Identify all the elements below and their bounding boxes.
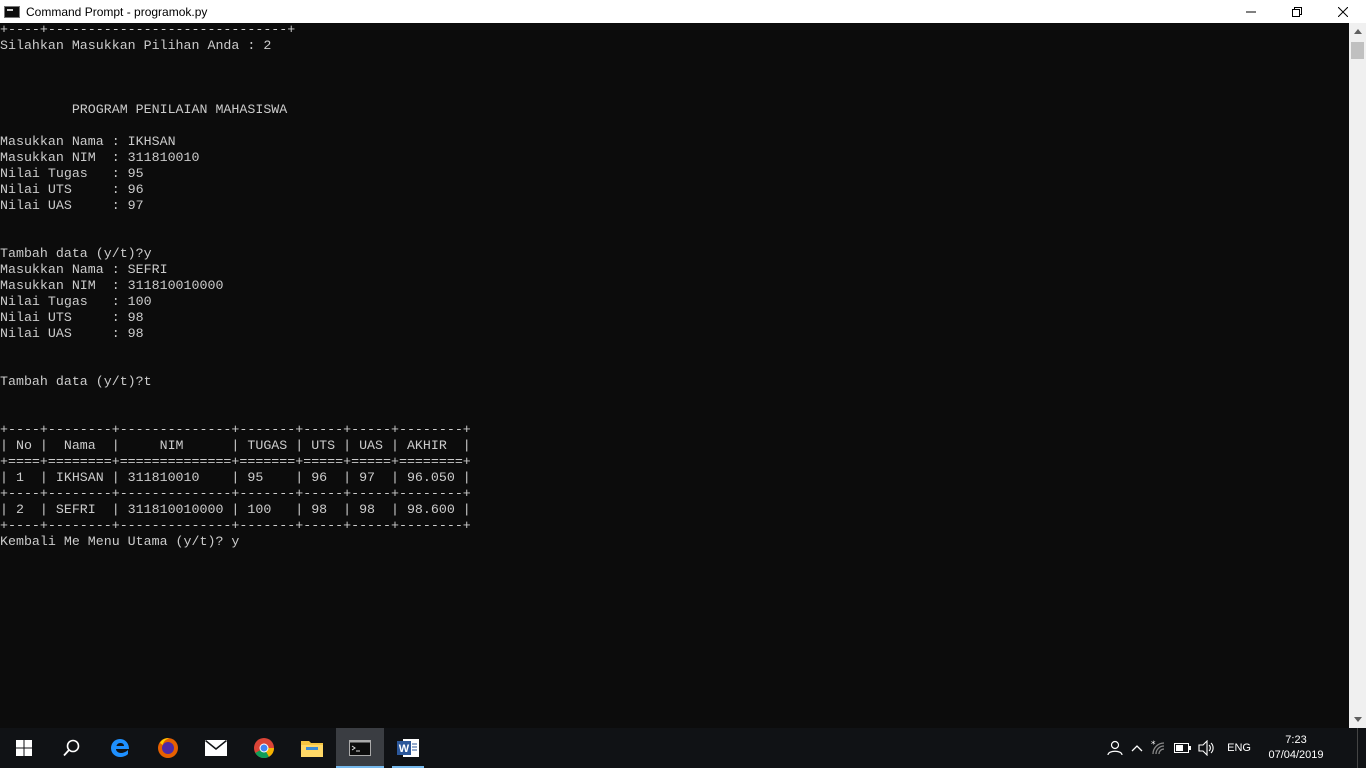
console-line: Masukkan Nama : SEFRI — [0, 262, 168, 277]
console-line: +----+------------------------------+ — [0, 23, 296, 37]
mail-icon — [205, 740, 227, 756]
hidden-icons-button[interactable] — [1127, 728, 1147, 768]
taskbar-firefox[interactable] — [144, 728, 192, 768]
console-line: +----+--------+--------------+-------+--… — [0, 422, 471, 437]
minimize-icon — [1246, 11, 1256, 12]
notifications-button[interactable] — [1333, 728, 1357, 768]
windows-icon — [16, 740, 32, 756]
chevron-up-icon — [1131, 745, 1143, 752]
restore-icon — [1292, 6, 1302, 17]
scroll-up-button[interactable] — [1349, 23, 1366, 40]
console-line: Nilai Tugas : 100 — [0, 294, 152, 309]
taskbar-command-prompt[interactable] — [336, 728, 384, 768]
folder-icon — [301, 741, 323, 757]
window-title: Command Prompt - programok.py — [26, 4, 208, 19]
console-line: Silahkan Masukkan Pilihan Anda : 2 — [0, 38, 272, 53]
battery-icon — [1174, 743, 1192, 753]
cmd-icon — [4, 5, 20, 18]
people-icon — [1107, 740, 1123, 756]
word-icon: W — [397, 739, 419, 757]
console-line: Masukkan Nama : IKHSAN — [0, 134, 176, 149]
console-line: +----+--------+--------------+-------+--… — [0, 518, 471, 533]
minimize-button[interactable] — [1228, 0, 1274, 23]
window-controls — [1228, 0, 1366, 23]
svg-text:*: * — [1151, 740, 1156, 750]
clock[interactable]: 7:23 07/04/2019 — [1259, 733, 1333, 763]
taskbar-word[interactable]: W — [384, 728, 432, 768]
console-line: PROGRAM PENILAIAN MAHASISWA — [0, 102, 288, 117]
taskbar-file-explorer[interactable] — [288, 728, 336, 768]
console-line: Masukkan NIM : 311810010000 — [0, 278, 224, 293]
input-language[interactable]: ENG — [1219, 742, 1259, 754]
scroll-down-button[interactable] — [1349, 711, 1366, 728]
console-line: +====+========+==============+=======+==… — [0, 454, 471, 469]
volume-icon — [1198, 740, 1214, 756]
edge-icon — [111, 739, 129, 757]
command-prompt-window: Command Prompt - programok.py +----+----… — [0, 0, 1366, 728]
taskbar: W * ENG 7:23 07/04/2019 — [0, 728, 1366, 768]
chevron-up-icon — [1353, 29, 1362, 34]
scroll-thumb[interactable] — [1351, 42, 1364, 59]
chevron-down-icon — [1353, 717, 1362, 722]
chrome-icon — [254, 738, 275, 759]
start-button[interactable] — [0, 728, 48, 768]
close-icon — [1338, 6, 1348, 17]
system-tray: * ENG 7:23 07/04/2019 — [1103, 728, 1366, 768]
taskbar-chrome[interactable] — [240, 728, 288, 768]
console-line: Masukkan NIM : 311810010 — [0, 150, 200, 165]
console-line: Kembali Me Menu Utama (y/t)? y — [0, 534, 240, 549]
console-line: | 2 | SEFRI | 311810010000 | 100 | 98 | … — [0, 502, 471, 517]
volume-button[interactable] — [1195, 728, 1219, 768]
clock-date: 07/04/2019 — [1268, 749, 1324, 761]
console-line: Tambah data (y/t)?t — [0, 374, 152, 389]
taskbar-edge[interactable] — [96, 728, 144, 768]
console-output[interactable]: +----+------------------------------+ Sil… — [0, 23, 1349, 728]
svg-text:W: W — [399, 743, 410, 755]
clock-time: 7:23 — [1285, 734, 1307, 746]
restore-button[interactable] — [1274, 0, 1320, 23]
console-line: Nilai UAS : 98 — [0, 326, 144, 341]
console-line: Nilai Tugas : 95 — [0, 166, 144, 181]
console-text: +----+------------------------------+ Sil… — [0, 23, 1349, 550]
console-line: | No | Nama | NIM | TUGAS | UTS | UAS | … — [0, 438, 471, 453]
console-line: Nilai UTS : 96 — [0, 182, 144, 197]
search-icon — [63, 739, 80, 757]
cmd-icon — [349, 740, 371, 756]
console-line: +----+--------+--------------+-------+--… — [0, 486, 471, 501]
search-button[interactable] — [48, 728, 96, 768]
console-line: Tambah data (y/t)?y — [0, 246, 152, 261]
taskbar-mail[interactable] — [192, 728, 240, 768]
console-line: Nilai UTS : 98 — [0, 310, 144, 325]
wifi-icon: * — [1151, 740, 1165, 755]
console-line: | 1 | IKHSAN | 311810010 | 95 | 96 | 97 … — [0, 470, 471, 485]
console-line: Nilai UAS : 97 — [0, 198, 144, 213]
close-button[interactable] — [1320, 0, 1366, 23]
people-button[interactable] — [1103, 728, 1127, 768]
battery-button[interactable] — [1171, 728, 1195, 768]
wifi-button[interactable]: * — [1147, 728, 1171, 768]
show-desktop-button[interactable] — [1357, 728, 1366, 768]
vertical-scrollbar[interactable] — [1349, 23, 1366, 728]
title-bar[interactable]: Command Prompt - programok.py — [0, 0, 1366, 23]
firefox-icon — [158, 738, 178, 758]
